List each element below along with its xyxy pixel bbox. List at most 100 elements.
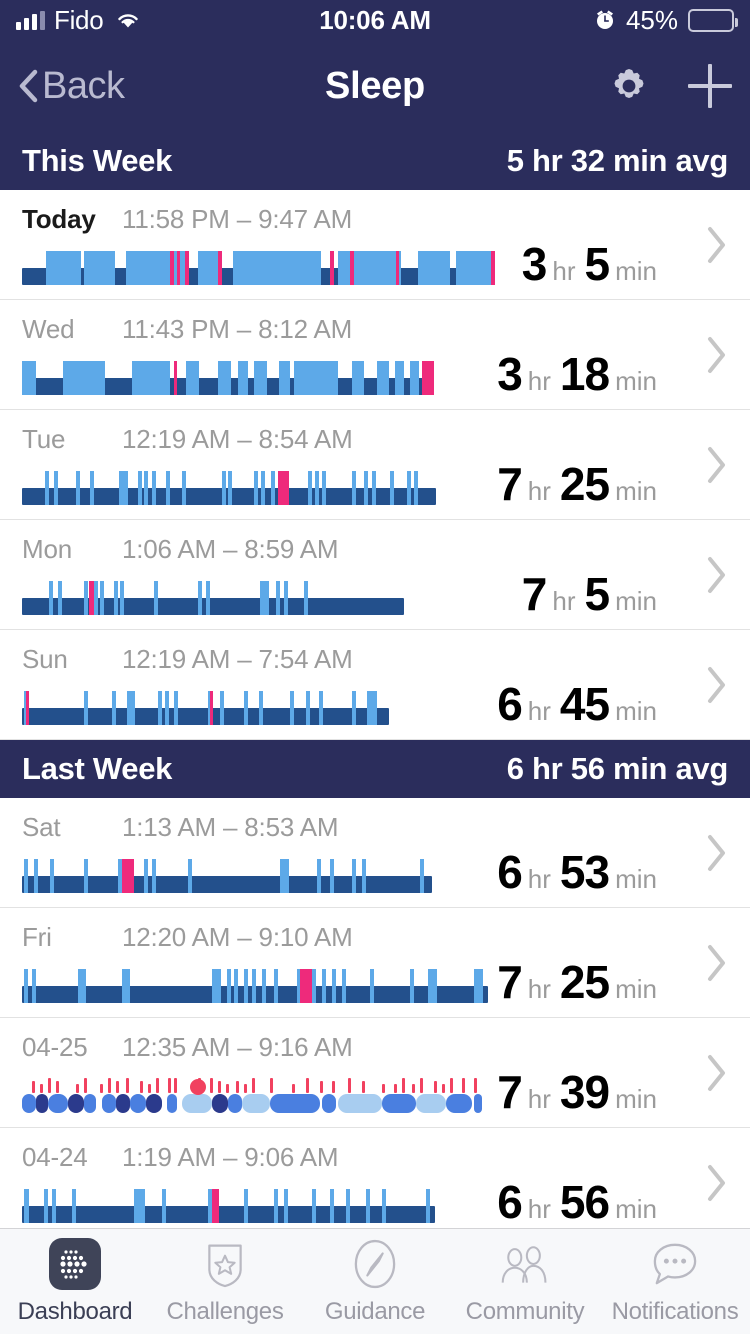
sleep-hypnogram-bar [22, 471, 436, 505]
battery-icon [688, 9, 734, 32]
restless-segment [24, 859, 28, 893]
chevron-right-icon[interactable] [706, 665, 728, 705]
restless-segment [330, 1189, 334, 1223]
restless-segment [274, 1189, 278, 1223]
chevron-right-icon[interactable] [706, 335, 728, 375]
sleep-log-row[interactable]: 04-2512:35 AM – 9:16 AM 7hr39min [0, 1018, 750, 1128]
sleep-stage-segment [146, 1094, 162, 1113]
sleep-log-row[interactable]: Fri12:20 AM – 9:10 AM7hr25min [0, 908, 750, 1018]
sleep-log-row[interactable]: Mon1:06 AM – 8:59 AM7hr5min [0, 520, 750, 630]
plus-icon[interactable] [688, 64, 732, 108]
chevron-right-icon[interactable] [706, 1163, 728, 1203]
restless-segment [377, 361, 389, 395]
sleep-row-header: Tue12:19 AM – 8:54 AM [22, 410, 728, 455]
sleep-log-row[interactable]: 04-241:19 AM – 9:06 AM6hr56min [0, 1128, 750, 1228]
duration-minutes-unit: min [615, 256, 657, 287]
sleep-duration: 7hr5min [522, 567, 728, 621]
tab-label: Challenges [166, 1298, 283, 1326]
awake-segment [170, 251, 174, 285]
tab-notifications[interactable]: Notifications [600, 1238, 750, 1326]
restless-segment [414, 471, 418, 505]
chevron-right-icon[interactable] [706, 943, 728, 983]
awake-segment [330, 251, 334, 285]
restless-segment [34, 859, 38, 893]
sleep-duration: 7hr25min [497, 955, 728, 1009]
restless-segment [342, 969, 346, 1003]
sleep-hypnogram-bar [22, 361, 434, 395]
sleep-row-body: 6hr56min [22, 1181, 728, 1228]
sleep-log-row[interactable]: Today11:58 PM – 9:47 AM3hr5min [0, 190, 750, 300]
tab-challenges[interactable]: Challenges [150, 1238, 300, 1326]
duration-hours-unit: hr [528, 864, 551, 895]
duration-minutes-unit: min [615, 1194, 657, 1225]
sleep-stage-segment [116, 1094, 130, 1113]
restless-segment [46, 251, 81, 285]
sleep-log-row[interactable]: Sun12:19 AM – 7:54 AM6hr45min [0, 630, 750, 740]
restless-segment [76, 471, 80, 505]
chevron-left-icon [18, 69, 38, 103]
sleep-row-body: 7hr39min [22, 1071, 728, 1119]
chevron-right-icon[interactable] [706, 833, 728, 873]
section-header: This Week5 hr 32 min avg [0, 132, 750, 190]
restless-segment [63, 361, 105, 395]
asleep-baseline [22, 598, 404, 615]
duration-minutes: 5 [585, 237, 610, 291]
sleep-stage-segment [228, 1094, 242, 1113]
awake-tick [168, 1078, 171, 1093]
awake-tick [108, 1078, 111, 1093]
duration-hours: 7 [497, 955, 522, 1009]
sleep-stage-segment [167, 1094, 177, 1113]
awake-segment [89, 581, 94, 615]
tab-guidance[interactable]: Guidance [300, 1238, 450, 1326]
chevron-right-icon[interactable] [706, 1053, 728, 1093]
restless-segment [352, 691, 356, 725]
sleep-row-day: 04-24 [22, 1142, 122, 1173]
restless-segment [188, 859, 192, 893]
gear-icon[interactable] [608, 65, 650, 107]
restless-segment [244, 969, 248, 1003]
awake-tick [362, 1081, 365, 1093]
restless-segment [134, 1189, 145, 1223]
sleep-row-day: Fri [22, 922, 122, 953]
restless-segment [152, 859, 156, 893]
chevron-right-icon[interactable] [706, 445, 728, 485]
back-button[interactable]: Back [18, 65, 124, 108]
sleep-hypnogram-bar [22, 1189, 435, 1223]
sleep-log-row[interactable]: Sat1:13 AM – 8:53 AM6hr53min [0, 798, 750, 908]
sleep-duration: 6hr53min [497, 845, 728, 899]
chevron-right-icon[interactable] [706, 555, 728, 595]
restless-segment [54, 471, 58, 505]
sleep-row-body: 3hr18min [22, 353, 728, 401]
restless-segment [45, 471, 49, 505]
restless-segment [84, 251, 115, 285]
awake-segment [177, 251, 180, 285]
compass-icon [353, 1238, 397, 1290]
tab-label: Dashboard [18, 1298, 133, 1326]
restless-segment [44, 1189, 48, 1223]
awake-tick [140, 1081, 143, 1093]
sleep-log-list[interactable]: This Week5 hr 32 min avgToday11:58 PM – … [0, 132, 750, 1228]
restless-segment [122, 969, 130, 1003]
sleep-row-time-range: 11:58 PM – 9:47 AM [122, 204, 352, 235]
duration-hours: 3 [522, 237, 547, 291]
restless-segment [338, 251, 401, 285]
sleep-row-day: Wed [22, 314, 122, 345]
awake-tick [270, 1078, 273, 1093]
sleep-row-header: 04-2512:35 AM – 9:16 AM [22, 1018, 728, 1063]
chevron-right-icon[interactable] [706, 225, 728, 265]
awake-tick [442, 1084, 445, 1093]
restless-segment [279, 361, 290, 395]
tab-community[interactable]: Community [450, 1238, 600, 1326]
tab-dashboard[interactable]: Dashboard [0, 1238, 150, 1326]
duration-minutes-unit: min [615, 696, 657, 727]
sleep-log-row[interactable]: Tue12:19 AM – 8:54 AM7hr25min [0, 410, 750, 520]
sleep-stage-segment [270, 1094, 320, 1113]
sleep-log-row[interactable]: Wed11:43 PM – 8:12 AM3hr18min [0, 300, 750, 410]
awake-marker-dot [190, 1079, 206, 1095]
restless-segment [330, 859, 334, 893]
restless-segment [120, 581, 124, 615]
asleep-baseline [22, 1206, 435, 1223]
restless-segment [50, 859, 54, 893]
section-title: Last Week [22, 751, 172, 787]
restless-segment [234, 969, 238, 1003]
